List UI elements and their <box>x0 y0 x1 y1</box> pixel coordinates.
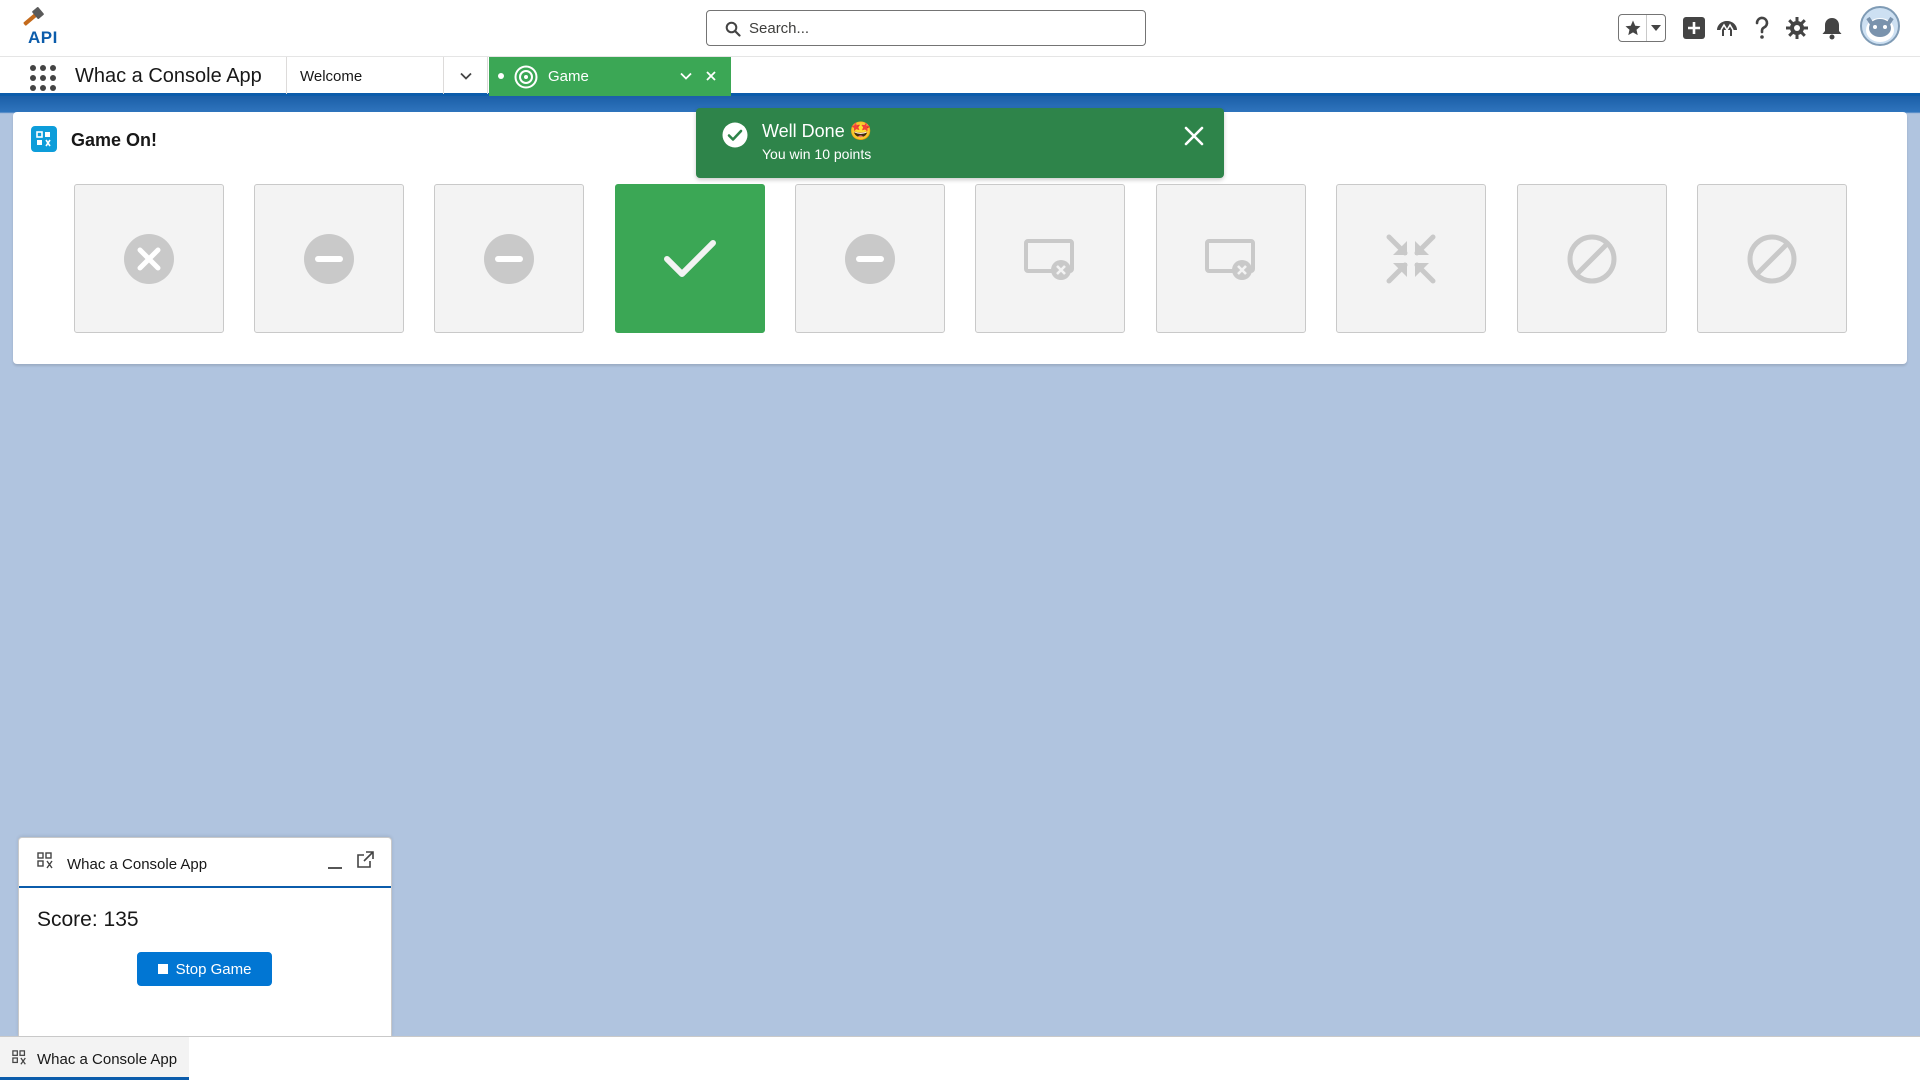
api-logo[interactable]: API <box>18 6 60 48</box>
ban-icon <box>1567 234 1617 283</box>
unsaved-dot-icon <box>498 73 504 79</box>
mole-tile-7[interactable] <box>1156 184 1306 333</box>
mole-tile-1[interactable] <box>74 184 224 333</box>
x-circle-icon <box>124 233 174 284</box>
mole-tile-2[interactable] <box>254 184 404 333</box>
minimize-icon[interactable] <box>325 852 345 872</box>
contract-arrows-icon <box>1386 234 1436 283</box>
minus-circle-icon <box>845 233 895 284</box>
mole-tile-6[interactable] <box>975 184 1125 333</box>
screen-x-icon <box>1024 238 1074 280</box>
success-toast: Well Done 🤩 You win 10 points <box>696 108 1224 178</box>
setup-gear-icon[interactable] <box>1783 14 1811 42</box>
card-app-icon <box>31 126 57 152</box>
tab-game[interactable]: Game <box>489 57 731 97</box>
ban-icon <box>1747 234 1797 283</box>
card-title: Game On! <box>71 130 158 150</box>
utility-app-icon <box>12 1050 26 1065</box>
mole-tile-3[interactable] <box>434 184 584 333</box>
check-icon <box>664 239 716 277</box>
tab-welcome-label: Welcome <box>300 68 363 85</box>
utility-panel-header: Whac a Console App <box>19 838 391 888</box>
favorites-group <box>1618 14 1666 42</box>
favorites-star-icon[interactable] <box>1619 15 1647 41</box>
app-name: Whac a Console App <box>75 65 262 87</box>
mole-tile-9[interactable] <box>1517 184 1667 333</box>
console-nav-bar: Whac a Console App Welcome Game <box>0 56 1920 97</box>
notifications-bell-icon[interactable] <box>1818 14 1846 42</box>
help-icon[interactable] <box>1748 14 1776 42</box>
global-search[interactable] <box>706 10 1146 46</box>
minus-circle-icon <box>484 233 534 284</box>
tab-game-label: Game <box>548 68 589 85</box>
trailhead-icon[interactable] <box>1713 14 1741 42</box>
mole-tile-8[interactable] <box>1336 184 1486 333</box>
app-launcher-icon[interactable] <box>30 65 56 91</box>
screen-x-icon <box>1205 238 1255 280</box>
utility-panel: Whac a Console App Score: 135 Stop Game <box>18 837 392 1037</box>
search-icon <box>725 21 741 37</box>
stop-square-icon <box>157 964 168 974</box>
success-check-icon <box>722 122 748 148</box>
mole-tile-10[interactable] <box>1697 184 1847 333</box>
user-avatar[interactable] <box>1860 6 1900 46</box>
minus-circle-icon <box>304 233 354 284</box>
global-header: API <box>0 0 1920 56</box>
toast-close-icon[interactable] <box>1180 122 1208 150</box>
tab-menu-chevron-icon[interactable] <box>679 69 693 83</box>
stop-game-label: Stop Game <box>175 960 252 978</box>
score-display: Score: 135 <box>37 908 139 931</box>
utility-panel-title: Whac a Console App <box>67 856 208 873</box>
toast-title: Well Done 🤩 <box>762 121 873 141</box>
target-icon <box>514 65 538 89</box>
favorites-dropdown-icon[interactable] <box>1647 15 1665 41</box>
tab-close-icon[interactable] <box>704 69 718 83</box>
global-add-icon[interactable] <box>1680 14 1708 42</box>
pop-out-icon[interactable] <box>355 850 375 870</box>
mole-tile-4[interactable] <box>615 184 765 333</box>
panel-app-icon <box>37 852 53 869</box>
tab-welcome[interactable]: Welcome <box>286 57 444 94</box>
logo-text: API <box>28 28 58 47</box>
utility-bar: Whac a Console App <box>0 1036 1920 1080</box>
utility-bar-item[interactable]: Whac a Console App <box>0 1037 189 1080</box>
mole-tile-5[interactable] <box>795 184 945 333</box>
utility-bar-label: Whac a Console App <box>37 1051 178 1068</box>
search-input[interactable] <box>749 15 1129 41</box>
toast-message: You win 10 points <box>762 146 872 162</box>
stop-game-button[interactable]: Stop Game <box>137 952 272 986</box>
tab-overflow-chevron-icon[interactable] <box>444 57 488 94</box>
